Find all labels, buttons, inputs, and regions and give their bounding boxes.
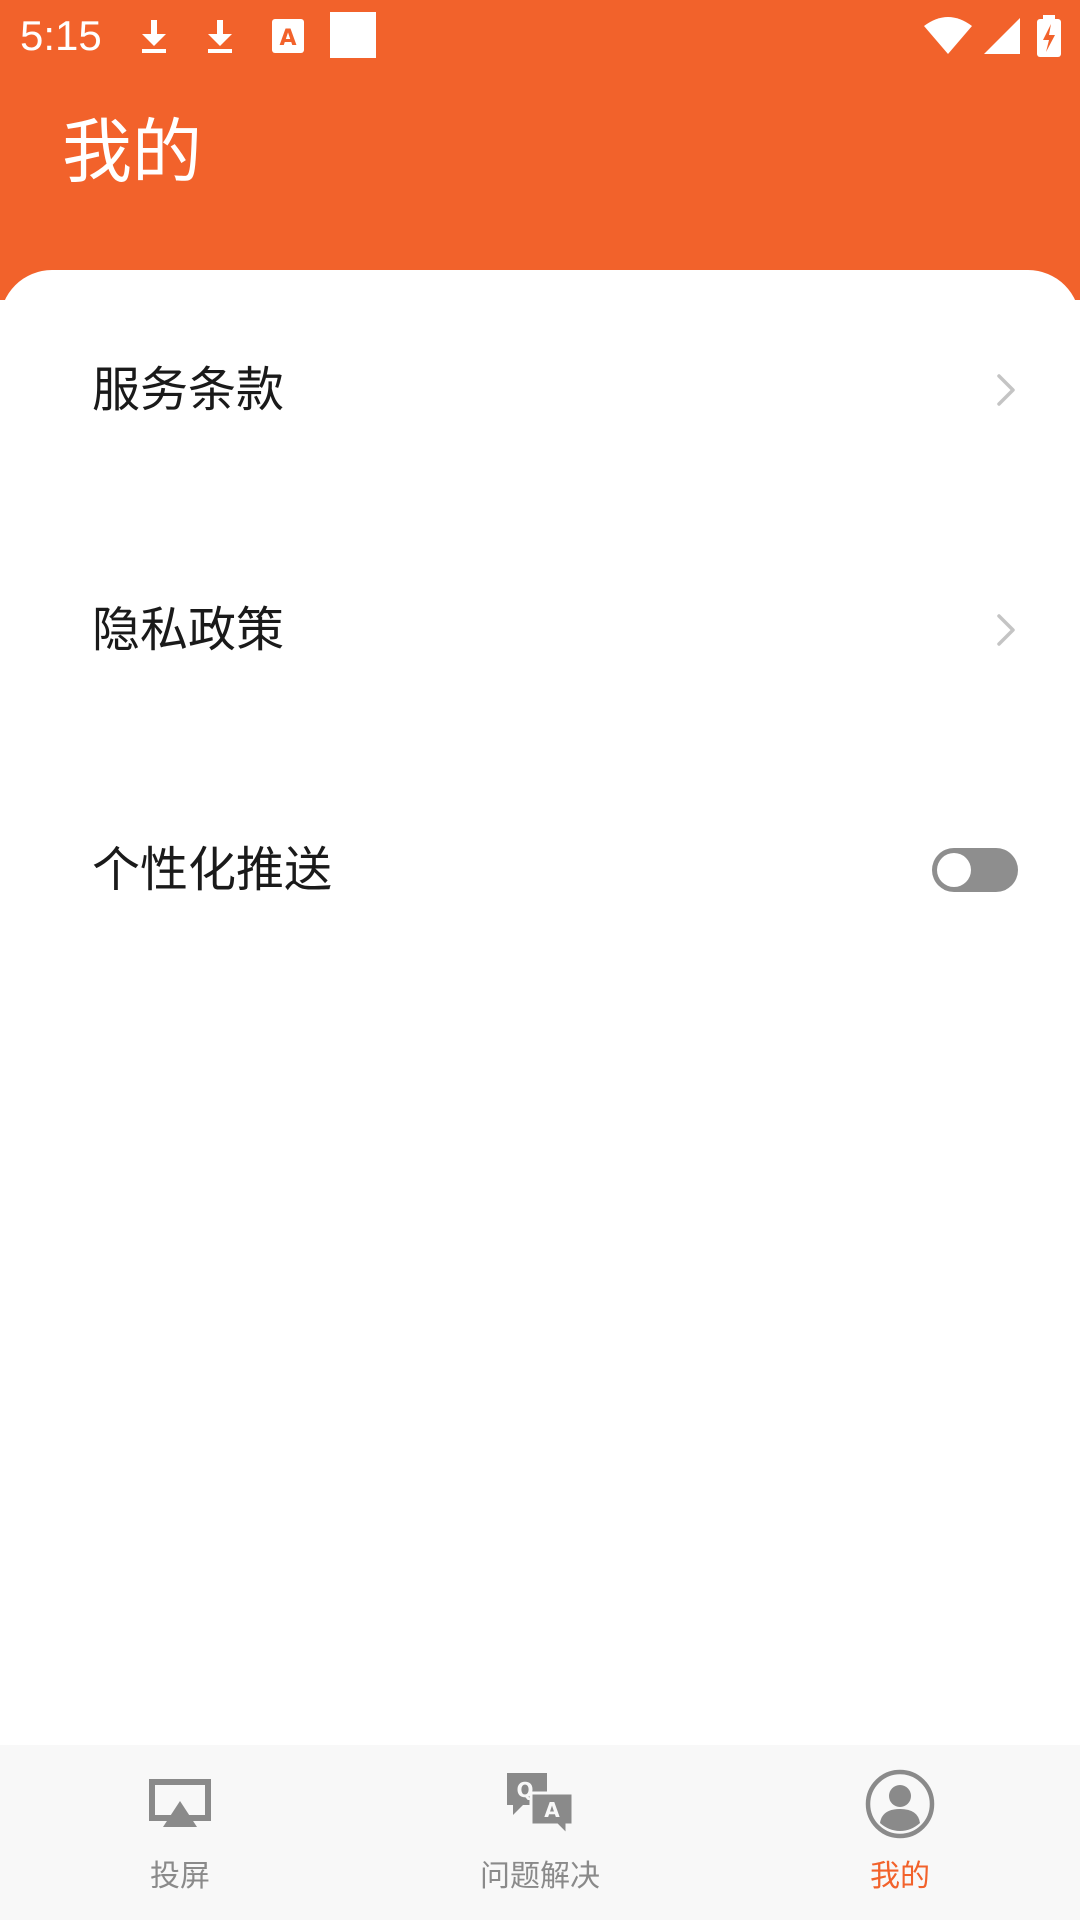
toggle-knob [937, 853, 971, 887]
nav-label: 问题解决 [480, 1859, 600, 1894]
svg-text:A: A [544, 1798, 560, 1822]
qa-chat-icon: Q A [507, 1773, 575, 1839]
download-icon [142, 20, 166, 53]
settings-item-terms-of-service[interactable]: 服务条款 [0, 320, 1080, 460]
cell-signal-icon [984, 18, 1020, 54]
download-icon [208, 20, 232, 53]
chevron-right-icon [997, 374, 1015, 406]
status-time: 5:15 [20, 12, 102, 59]
svg-text:A: A [279, 26, 296, 51]
wifi-icon [924, 17, 972, 54]
settings-item-label: 隐私政策 [92, 602, 285, 658]
settings-card: 服务条款 隐私政策 个性化推送 [0, 270, 1080, 1745]
settings-item-label: 个性化推送 [92, 842, 333, 898]
nav-item-mine[interactable]: 我的 [720, 1745, 1080, 1920]
nav-label: 我的 [870, 1859, 930, 1894]
status-bar: 5:15 A [0, 0, 1080, 75]
user-profile-icon [865, 1769, 935, 1839]
settings-item-personalized-push: 个性化推送 [0, 800, 1080, 940]
bottom-navigation: 投屏 Q A 问题解决 我的 [0, 1745, 1080, 1920]
nav-item-cast-screen[interactable]: 投屏 [0, 1745, 360, 1920]
nav-item-problem-solving[interactable]: Q A 问题解决 [360, 1745, 720, 1920]
chevron-right-icon [997, 614, 1015, 646]
settings-item-privacy-policy[interactable]: 隐私政策 [0, 560, 1080, 700]
text-a-icon: A [272, 19, 304, 53]
screen: 5:15 A 我的 服务条款 隐私政策 个性化推送 投屏 Q A 问题解决 我的 [0, 0, 1080, 1920]
battery-charging-icon [1037, 15, 1061, 57]
personalized-push-toggle[interactable] [932, 848, 1018, 892]
page-title: 我的 [62, 111, 202, 193]
cast-screen-icon [149, 1779, 211, 1827]
nav-label: 投屏 [150, 1859, 210, 1894]
settings-item-label: 服务条款 [92, 362, 285, 418]
square-icon [330, 12, 376, 58]
